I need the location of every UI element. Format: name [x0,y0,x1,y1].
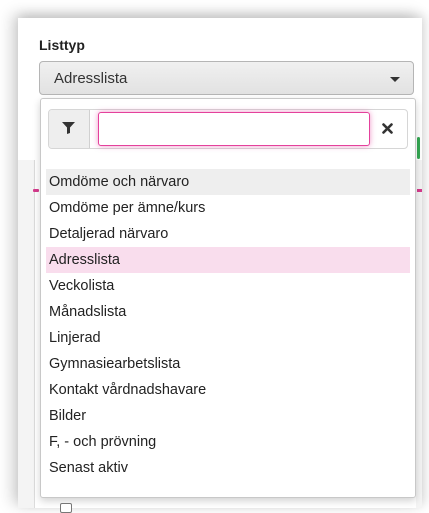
close-icon [382,123,393,134]
list-item[interactable]: Adresslista [46,247,410,273]
list-item[interactable]: F, - och prövning [46,429,410,455]
list-item[interactable]: Senast aktiv [46,455,410,481]
background-panel-edge-right [416,160,422,508]
option-list: Omdöme och närvaro Omdöme per ämne/kurs De… [46,169,410,481]
list-item[interactable]: Veckolista [46,273,410,299]
background-accent-left [33,189,39,192]
background-panel-edge [18,160,35,508]
list-type-label: Listtyp [39,37,85,53]
list-item[interactable]: Gymnasiearbetslista [46,351,410,377]
filter-bar [48,109,408,149]
list-item[interactable]: Kontakt vårdnadshavare [46,377,410,403]
list-item[interactable]: Detaljerad närvaro [46,221,410,247]
list-type-dropdown: Omdöme och närvaro Omdöme per ämne/kurs De… [40,98,416,498]
list-type-selected-value: Adresslista [54,70,128,87]
list-item[interactable]: Omdöme per ämne/kurs [46,195,410,221]
search-input[interactable] [98,112,370,146]
filter-icon [62,122,75,134]
list-item[interactable]: Omdöme och närvaro [46,169,410,195]
chevron-down-icon [390,77,400,82]
clear-search-button[interactable] [369,110,407,148]
list-item[interactable]: Bilder [46,403,410,429]
background-accent-right [417,189,422,192]
list-item[interactable]: Linjerad [46,325,410,351]
list-type-select[interactable]: Adresslista [39,61,414,95]
list-item[interactable]: Månadslista [46,299,410,325]
filter-button[interactable] [49,110,90,148]
background-button-edge [417,137,420,159]
checkbox-icon [60,503,72,513]
